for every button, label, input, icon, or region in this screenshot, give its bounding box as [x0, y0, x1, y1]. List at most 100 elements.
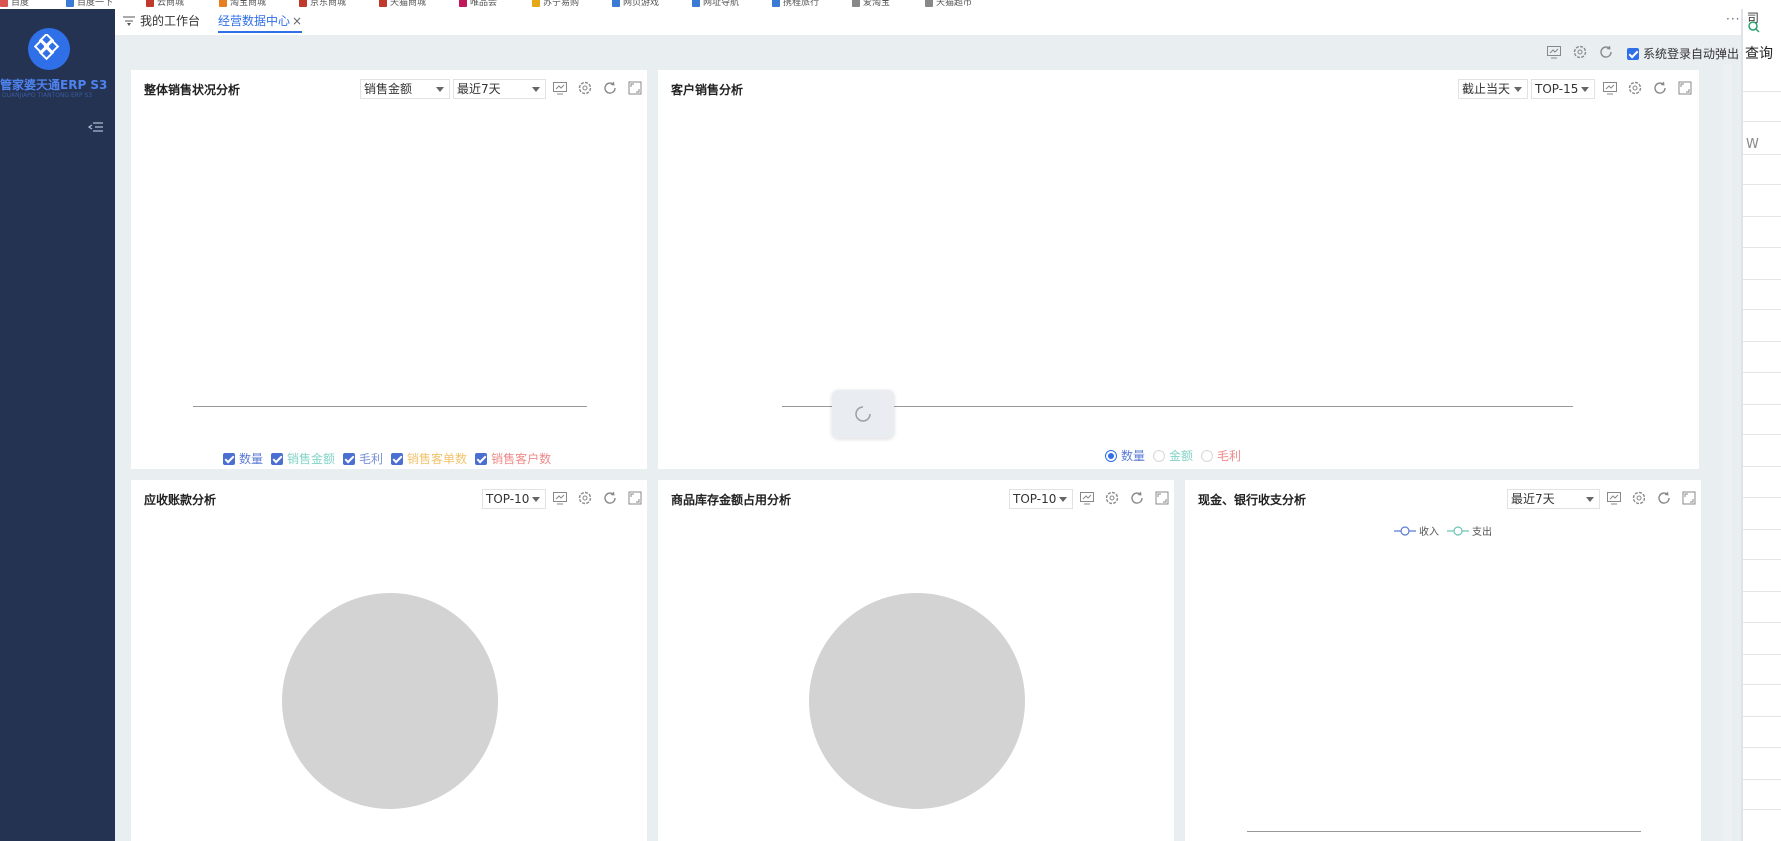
- refresh-icon[interactable]: [1598, 44, 1614, 60]
- screen-icon[interactable]: [1546, 44, 1562, 60]
- bookmark-item[interactable]: 爱淘宝: [852, 0, 890, 8]
- filter-icon: [123, 14, 135, 30]
- refresh-icon[interactable]: [602, 490, 618, 506]
- bookmark-item[interactable]: 京东商城: [299, 0, 346, 8]
- top-select-value: TOP-10: [486, 492, 530, 506]
- legend-label: 销售客单数: [407, 452, 468, 466]
- bookmark-item[interactable]: 携程旅行: [772, 0, 819, 8]
- bookmark-item[interactable]: 百度: [0, 0, 30, 8]
- screen-icon[interactable]: [552, 80, 568, 96]
- fullscreen-icon[interactable]: [627, 490, 643, 506]
- bookmark-label: 网页游戏: [623, 0, 660, 8]
- gear-icon[interactable]: [1627, 80, 1643, 96]
- top-select[interactable]: TOP-10: [482, 489, 546, 509]
- app-logo-subtext: GUANJIAPO TIANTONG ERP S3: [2, 92, 93, 99]
- bookmark-icon: [0, 0, 8, 7]
- refresh-icon[interactable]: [1129, 490, 1145, 506]
- fullscreen-icon[interactable]: [1681, 490, 1697, 506]
- period-select[interactable]: 截止当天: [1458, 79, 1528, 99]
- bookmark-icon: [146, 0, 154, 7]
- fullscreen-icon[interactable]: [1154, 490, 1170, 506]
- more-icon[interactable]: ···: [1726, 12, 1740, 26]
- bookmark-item[interactable]: 淘宝商城: [219, 0, 266, 8]
- query-label[interactable]: 查询: [1745, 43, 1773, 63]
- refresh-icon[interactable]: [602, 80, 618, 96]
- metric-radio[interactable]: 毛利: [1201, 447, 1241, 464]
- empty-pie-chart: [282, 593, 498, 809]
- bookmark-item[interactable]: 网页游戏: [612, 0, 660, 8]
- app-logo-text: 管家婆天通ERP S3: [0, 78, 108, 92]
- chart-x-axis: [1247, 831, 1641, 832]
- bookmark-item[interactable]: 唯品会: [459, 0, 498, 8]
- fullscreen-icon[interactable]: [627, 80, 643, 96]
- legend-line-icon: [1394, 526, 1416, 536]
- legend-toggle[interactable]: 支出: [1447, 523, 1492, 538]
- auto-logout-checkbox[interactable]: 系统登录自动弹出: [1627, 45, 1739, 62]
- panel-receivables: 应收账款分析 TOP-10: [131, 480, 647, 841]
- refresh-icon[interactable]: [1656, 490, 1672, 506]
- bookmark-label: 唯品会: [470, 0, 498, 8]
- gear-icon[interactable]: [1631, 490, 1647, 506]
- legend-toggle[interactable]: 销售客户数: [475, 450, 551, 467]
- gear-icon[interactable]: [1104, 490, 1120, 506]
- radio-label: 金额: [1169, 449, 1194, 463]
- loading-spinner: [832, 390, 894, 438]
- refresh-icon[interactable]: [1652, 80, 1668, 96]
- bookmark-item[interactable]: 天猫超市: [925, 0, 972, 8]
- screen-icon[interactable]: [1079, 490, 1095, 506]
- gear-icon[interactable]: [577, 490, 593, 506]
- tab-business-data-center[interactable]: 经营数据中心 ×: [218, 13, 303, 33]
- chevron-down-icon: [532, 497, 540, 502]
- background-window-strip: 司 查询 W: [1741, 9, 1781, 841]
- content-scrollbar[interactable]: [1722, 64, 1732, 841]
- checkbox-checked-icon: [1627, 48, 1639, 60]
- bookmark-icon: [612, 0, 620, 7]
- radio-label: 毛利: [1217, 449, 1242, 463]
- metric-select[interactable]: 销售金额: [360, 79, 450, 99]
- bookmark-label: 百度: [11, 0, 30, 8]
- gear-icon[interactable]: [577, 80, 593, 96]
- metric-select-value: 销售金额: [364, 82, 413, 96]
- bookmark-item[interactable]: 天猫商城: [379, 0, 426, 8]
- panel-sales-overview: 整体销售状况分析 销售金额 最近7天 数量 销售金额 毛利 销售客单数 销售客户数: [131, 70, 647, 469]
- panel-title: 现金、银行收支分析: [1198, 493, 1307, 507]
- legend-toggle[interactable]: 收入: [1394, 523, 1439, 538]
- chart-x-axis: [782, 406, 1573, 407]
- period-select[interactable]: 最近7天: [1507, 489, 1600, 509]
- bookmarks-bar: 百度 百度一下 云商城 淘宝商城 京东商城 天猫商城 唯品会 苏宁易购 网页游戏 网址导航 携程旅行…: [0, 0, 1781, 9]
- radio-selected-icon: [1105, 450, 1117, 462]
- menu-collapse-icon[interactable]: [87, 121, 104, 135]
- legend-toggle[interactable]: 数量: [223, 450, 263, 467]
- close-tab-icon[interactable]: ×: [292, 14, 302, 28]
- bookmark-item[interactable]: 苏宁易购: [532, 0, 579, 8]
- legend-toggle[interactable]: 销售金额: [271, 450, 335, 467]
- panel-cashflow: 现金、银行收支分析 最近7天 收入 支出: [1185, 480, 1701, 841]
- top-select[interactable]: TOP-10: [1009, 489, 1073, 509]
- screen-icon[interactable]: [552, 490, 568, 506]
- chevron-down-icon: [1586, 497, 1594, 502]
- bookmark-icon: [66, 0, 74, 7]
- period-select-value: 最近7天: [1511, 492, 1555, 506]
- screen-icon[interactable]: [1602, 80, 1618, 96]
- tab-my-workbench[interactable]: 我的工作台: [123, 13, 200, 33]
- legend-toggle[interactable]: 销售客单数: [391, 450, 467, 467]
- bookmark-item[interactable]: 网址导航: [692, 0, 739, 8]
- spinner-icon: [855, 406, 871, 422]
- legend-label: 销售客户数: [491, 452, 552, 466]
- chevron-down-icon: [1059, 497, 1067, 502]
- fullscreen-icon[interactable]: [1677, 80, 1693, 96]
- legend-toggle[interactable]: 毛利: [343, 450, 383, 467]
- metric-radio[interactable]: 金额: [1153, 447, 1193, 464]
- period-select[interactable]: 最近7天: [453, 79, 546, 99]
- top-select[interactable]: TOP-15: [1531, 79, 1595, 99]
- search-icon: [1748, 21, 1760, 33]
- panel-title: 整体销售状况分析: [144, 83, 241, 97]
- gear-icon[interactable]: [1572, 44, 1588, 60]
- metric-radio[interactable]: 数量: [1105, 447, 1145, 464]
- bookmark-item[interactable]: 云商城: [146, 0, 184, 8]
- bookmark-item[interactable]: 百度一下: [66, 0, 113, 8]
- tab-business-data-center-label: 经营数据中心: [218, 14, 291, 28]
- bookmark-icon: [459, 0, 467, 7]
- bookmark-icon: [852, 0, 860, 7]
- screen-icon[interactable]: [1606, 490, 1622, 506]
